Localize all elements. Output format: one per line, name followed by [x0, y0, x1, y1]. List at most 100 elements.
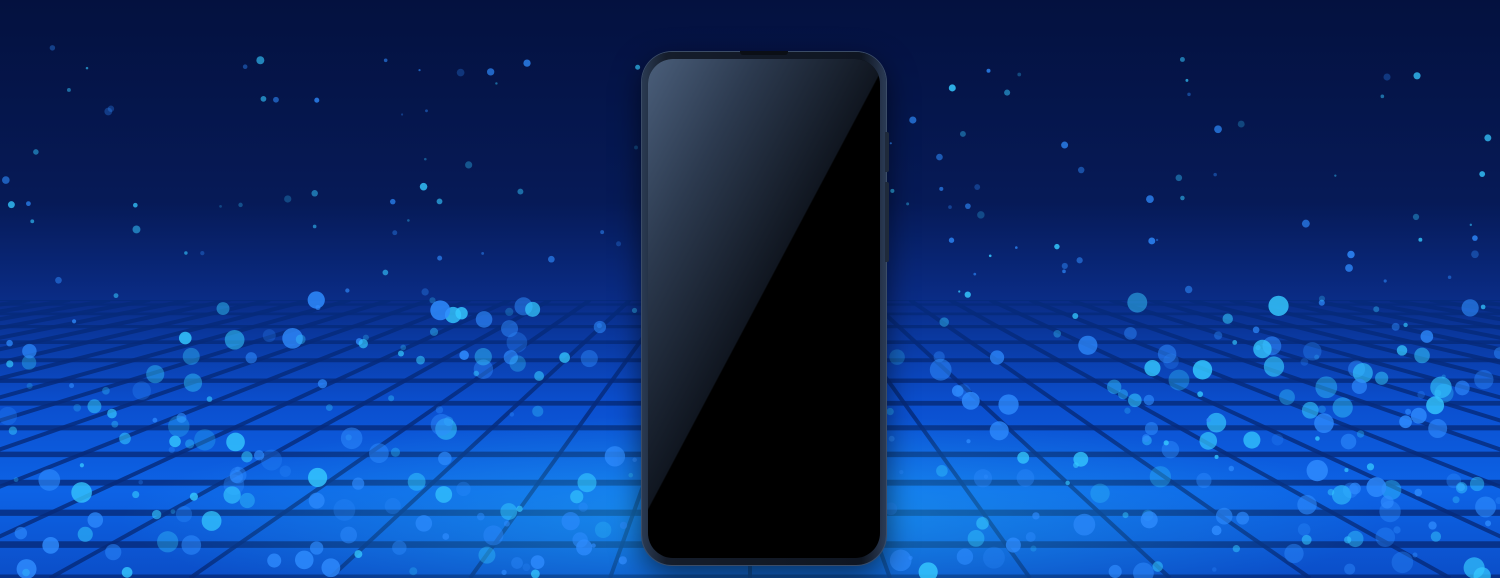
bokeh-dot — [132, 225, 141, 234]
bokeh-dot — [1122, 512, 1129, 519]
bokeh-dot — [26, 201, 31, 207]
bokeh-dot — [132, 381, 151, 400]
bokeh-dot — [66, 88, 71, 92]
bokeh-dot — [889, 142, 892, 145]
bokeh-dot — [6, 339, 13, 347]
bokeh-dot — [309, 541, 324, 555]
bokeh-dot — [1366, 477, 1387, 498]
bokeh-dot — [138, 479, 143, 485]
bokeh-dot — [1469, 223, 1473, 227]
bokeh-dot — [570, 490, 584, 504]
bokeh-dot — [619, 521, 628, 530]
bokeh-dot — [1469, 476, 1485, 492]
bokeh-dot — [1297, 495, 1317, 515]
bokeh-dot — [973, 469, 993, 488]
bokeh-dot — [1215, 507, 1233, 525]
bokeh-dot — [1168, 369, 1190, 391]
bokeh-dot — [1344, 563, 1356, 575]
bokeh-dot — [358, 338, 368, 349]
bokeh-dot — [1179, 56, 1185, 62]
bokeh-dot — [87, 512, 104, 528]
bokeh-dot — [308, 467, 328, 488]
bokeh-dot — [1399, 415, 1412, 429]
bokeh-dot — [1405, 408, 1412, 415]
bokeh-dot — [223, 486, 241, 504]
bokeh-dot — [634, 145, 638, 150]
bokeh-dot — [1301, 534, 1312, 545]
bokeh-dot — [1318, 405, 1326, 414]
bokeh-dot — [1187, 92, 1191, 97]
bokeh-dot — [889, 349, 905, 365]
bokeh-dot — [1152, 561, 1163, 572]
bokeh-dot — [1263, 356, 1285, 377]
bokeh-dot — [501, 320, 519, 338]
bokeh-dot — [71, 319, 77, 324]
bokeh-dot — [899, 470, 904, 475]
bokeh-dot — [465, 161, 473, 169]
bokeh-dot — [436, 198, 443, 205]
bokeh-dot — [1366, 463, 1375, 471]
bokeh-dot — [956, 548, 974, 565]
bokeh-dot — [1124, 327, 1137, 340]
bokeh-dot — [262, 329, 276, 343]
bokeh-dot — [1214, 331, 1223, 340]
bokeh-dot — [1124, 407, 1131, 414]
bokeh-dot — [340, 526, 358, 544]
bokeh-dot — [966, 439, 971, 444]
bokeh-dot — [1383, 73, 1391, 81]
bokeh-dot — [888, 435, 895, 442]
bokeh-dot — [418, 69, 421, 72]
bokeh-dot — [998, 394, 1019, 415]
bokeh-dot — [438, 451, 452, 466]
bokeh-dot — [1222, 313, 1233, 324]
bokeh-dot — [1279, 389, 1295, 405]
bokeh-dot — [631, 307, 638, 314]
bokeh-dot — [1228, 465, 1235, 472]
bokeh-dot — [965, 203, 971, 210]
bokeh-dot — [429, 327, 439, 336]
bokeh-dot — [1391, 322, 1400, 331]
bokeh-dot — [1062, 269, 1066, 274]
bokeh-dot — [132, 490, 140, 499]
bokeh-dot — [30, 219, 35, 224]
bokeh-dot — [400, 344, 407, 351]
bokeh-dot — [1077, 166, 1085, 174]
bokeh-dot — [1032, 512, 1040, 520]
bokeh-dot — [151, 509, 162, 520]
bokeh-dot — [383, 58, 388, 63]
bokeh-dot — [168, 446, 175, 453]
bokeh-dot — [216, 302, 230, 316]
bokeh-dot — [152, 417, 158, 423]
bokeh-dot — [1413, 72, 1421, 80]
bokeh-dot — [416, 355, 425, 365]
bokeh-dot — [481, 251, 485, 255]
bokeh-dot — [284, 195, 292, 203]
bokeh-dot — [973, 272, 977, 276]
bokeh-dot — [352, 477, 365, 490]
bokeh-dot — [1414, 347, 1430, 364]
bokeh-dot — [1480, 304, 1486, 310]
bokeh-dot — [1232, 340, 1238, 345]
background-scene — [0, 0, 1500, 578]
bokeh-dot — [1146, 195, 1154, 204]
bokeh-dot — [906, 202, 910, 206]
bokeh-dot — [495, 82, 498, 85]
bokeh-dot — [181, 535, 202, 555]
bokeh-dot — [157, 531, 179, 553]
bokeh-dot — [107, 408, 117, 419]
bokeh-dot — [189, 492, 198, 501]
bokeh-dot — [1463, 557, 1485, 578]
bokeh-dot — [1232, 545, 1240, 553]
bokeh-dot — [226, 432, 245, 452]
bokeh-dot — [238, 202, 243, 208]
bokeh-dot — [1073, 451, 1089, 467]
bokeh-dot — [1447, 275, 1452, 279]
bokeh-dot — [1430, 531, 1442, 542]
bokeh-dot — [959, 130, 966, 137]
bokeh-dot — [1144, 421, 1159, 436]
bokeh-dot — [245, 352, 257, 364]
bokeh-dot — [580, 349, 598, 368]
bokeh-dot — [1455, 482, 1468, 494]
bokeh-dot — [368, 443, 389, 464]
bokeh-dot — [13, 477, 19, 483]
